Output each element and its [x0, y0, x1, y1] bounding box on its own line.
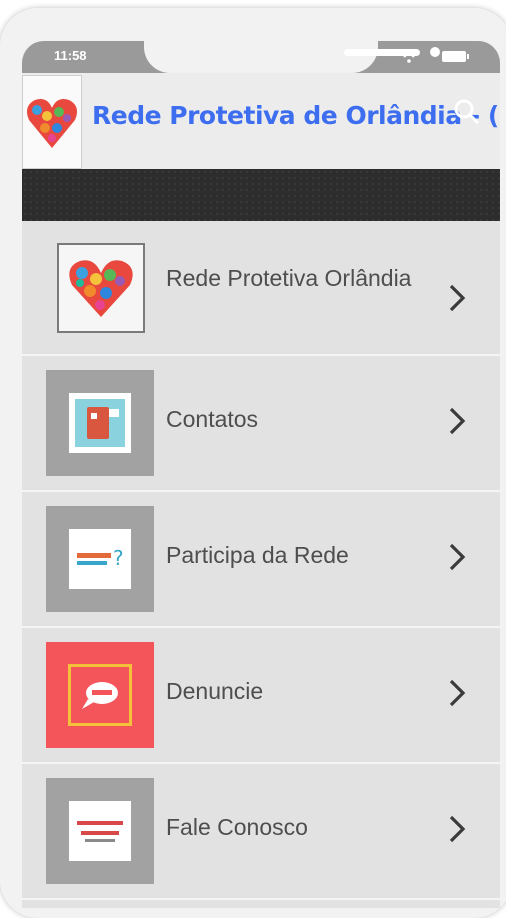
camera-icon: [430, 47, 440, 57]
menu-item-thumbnail: [46, 370, 154, 476]
header-banner: [22, 169, 500, 221]
chevron-right-icon: [449, 284, 466, 312]
menu-item-fale-conosco[interactable]: Fale Conosco: [22, 764, 500, 900]
menu-item-label: Contatos: [166, 406, 259, 432]
battery-icon: [442, 51, 469, 62]
menu-item-thumbnail: [46, 778, 154, 884]
chevron-right-icon: [449, 407, 466, 435]
heart-icon: [69, 260, 133, 317]
app-screen: 11:58 Rede Protetiva de Orlândia - (P.? …: [22, 41, 500, 908]
menu-item-thumbnail: [57, 243, 145, 333]
svg-text:?: ?: [113, 546, 124, 570]
menu-item-contatos[interactable]: Contatos: [22, 356, 500, 492]
menu-item-label: Fale Conosco: [166, 814, 308, 840]
menu-item-rede-protetiva[interactable]: Rede Protetiva Orlândia: [22, 221, 500, 356]
app-bar: Rede Protetiva de Orlândia - (P.?: [22, 73, 500, 169]
chevron-right-icon: [449, 679, 466, 707]
contact-card-icon: [69, 801, 131, 861]
menu-item-label: Rede Protetiva Orlândia: [166, 265, 412, 291]
speech-bubble-icon: [68, 664, 132, 726]
heart-icon: [27, 99, 77, 148]
chevron-right-icon: [449, 815, 466, 843]
status-bar: 11:58: [22, 41, 500, 73]
menu-item-participa[interactable]: ? Participa da Rede: [22, 492, 500, 628]
phone-notch: [144, 41, 440, 73]
menu-item-denuncie[interactable]: Denuncie: [22, 628, 500, 764]
contact-book-icon: [69, 393, 131, 453]
menu-item-label: Participa da Rede: [166, 542, 349, 568]
chevron-right-icon: [449, 543, 466, 571]
status-time: 11:58: [54, 48, 87, 63]
search-icon[interactable]: [452, 97, 482, 127]
question-sign-icon: ?: [69, 529, 131, 589]
menu-item-thumbnail: [46, 642, 154, 748]
menu-item-label: Denuncie: [166, 678, 264, 704]
app-logo: [22, 75, 82, 169]
phone-frame: 11:58 Rede Protetiva de Orlândia - (P.? …: [0, 8, 506, 918]
wifi-icon: [400, 49, 418, 63]
menu-item-thumbnail: ?: [46, 506, 154, 612]
app-title: Rede Protetiva de Orlândia - (P.?: [92, 101, 500, 130]
menu-list: Rede Protetiva Orlândia Contatos ? Parti…: [22, 221, 500, 900]
